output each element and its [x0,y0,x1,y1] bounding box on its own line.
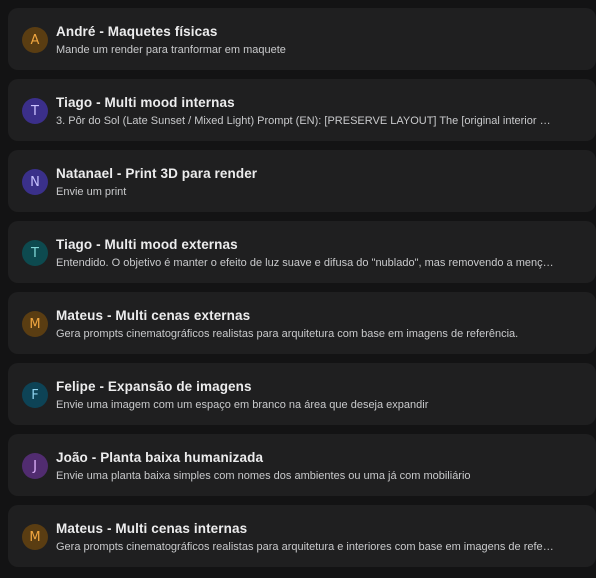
gem-description: Mande um render para tranformar em maque… [56,44,286,56]
gem-title: Mateus - Multi cenas internas [56,521,248,536]
gem-description: Envie uma planta baixa simples com nomes… [56,470,471,482]
gem-description: Envie um print [56,186,127,198]
gem-item-tiago-multi-mood-internas[interactable]: T Tiago - Multi mood internas 3. Pôr do … [8,79,596,141]
gem-description: Entendido. O objetivo é manter o efeito … [56,257,556,269]
gem-item-felipe-expansao[interactable]: F Felipe - Expansão de imagens Envie uma… [8,363,596,425]
gem-title: Tiago - Multi mood internas [56,95,235,110]
gem-avatar: A [22,27,48,53]
gem-title: Natanael - Print 3D para render [56,166,258,181]
gem-description: 3. Pôr do Sol (Late Sunset / Mixed Light… [56,115,556,127]
gem-avatar: T [22,240,48,266]
gem-item-joao-planta-baixa[interactable]: J João - Planta baixa humanizada Envie u… [8,434,596,496]
gem-avatar: N [22,169,48,195]
gem-title: Tiago - Multi mood externas [56,237,238,252]
gem-item-mateus-multi-cenas-internas[interactable]: M Mateus - Multi cenas internas Gera pro… [8,505,596,567]
gem-item-andre-maquetes[interactable]: A André - Maquetes físicas Mande um rend… [8,8,596,70]
gem-avatar: M [22,311,48,337]
gem-title: Felipe - Expansão de imagens [56,379,252,394]
gem-description: Envie uma imagem com um espaço em branco… [56,399,429,411]
gem-item-mateus-multi-cenas-externas[interactable]: M Mateus - Multi cenas externas Gera pro… [8,292,596,354]
gem-list: A André - Maquetes físicas Mande um rend… [0,0,596,578]
gem-description: Gera prompts cinematográficos realistas … [56,328,519,340]
gem-title: André - Maquetes físicas [56,24,218,39]
gem-title: Mateus - Multi cenas externas [56,308,251,323]
gem-title: João - Planta baixa humanizada [56,450,264,465]
gem-description: Gera prompts cinematográficos realistas … [56,541,556,553]
gem-avatar: F [22,382,48,408]
gem-avatar: J [22,453,48,479]
gem-avatar: M [22,524,48,550]
gem-item-tiago-multi-mood-externas[interactable]: T Tiago - Multi mood externas Entendido.… [8,221,596,283]
gem-avatar: T [22,98,48,124]
gem-item-natanael-print-3d[interactable]: N Natanael - Print 3D para render Envie … [8,150,596,212]
